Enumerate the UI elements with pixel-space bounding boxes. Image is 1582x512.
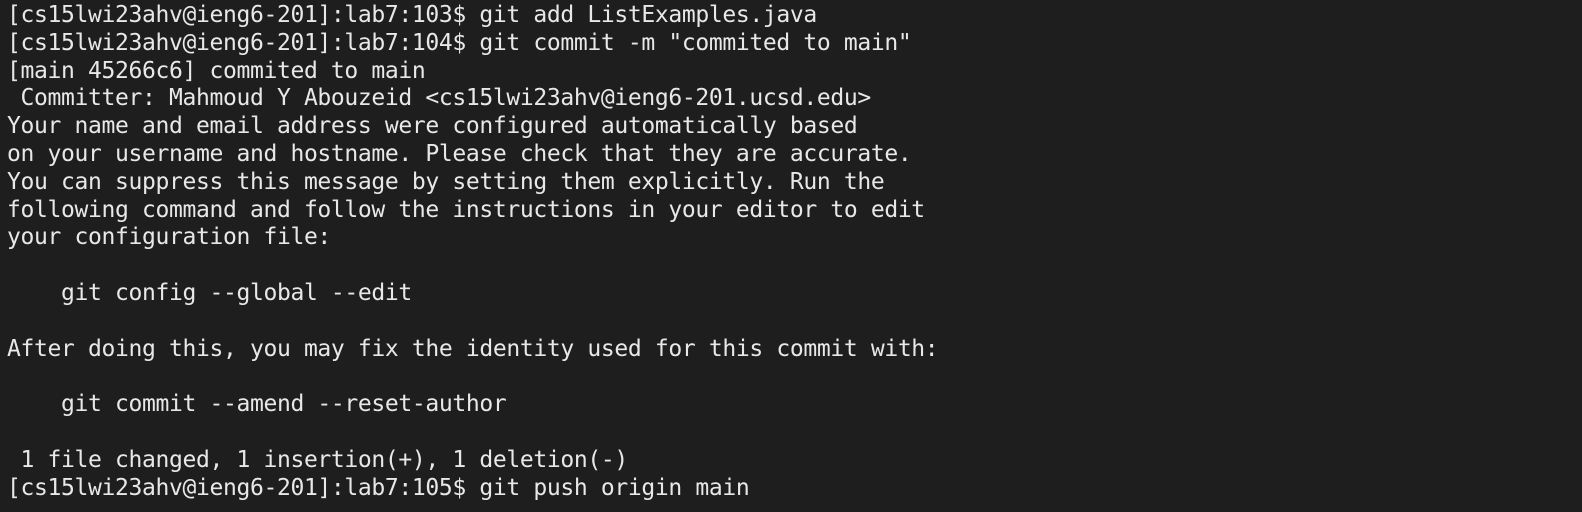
terminal-output-line: [main 45266c6] commited to main <box>7 57 426 84</box>
terminal-output-line: on your username and hostname. Please ch… <box>7 140 912 167</box>
terminal-line-prompt: [cs15lwi23ahv@ieng6-201]:lab7:105$ git p… <box>7 475 1582 503</box>
shell-prompt: [cs15lwi23ahv@ieng6-201]:lab7:105$ <box>7 474 480 501</box>
terminal-window[interactable]: [cs15lwi23ahv@ieng6-201]:lab7:103$ git a… <box>0 0 1582 512</box>
terminal-output-line: following command and follow the instruc… <box>7 196 925 223</box>
terminal-output-line: You can suppress this message by setting… <box>7 168 885 195</box>
terminal-line-prompt: [cs15lwi23ahv@ieng6-201]:lab7:103$ git a… <box>7 2 1582 30</box>
shell-command: git push origin main <box>479 474 750 501</box>
terminal-line-prompt: [cs15lwi23ahv@ieng6-201]:lab7:104$ git c… <box>7 30 1582 58</box>
terminal-output-line: git commit --amend --reset-author <box>7 391 507 418</box>
shell-prompt: [cs15lwi23ahv@ieng6-201]:lab7:104$ <box>7 29 480 56</box>
terminal-output-line: Your name and email address were configu… <box>7 113 858 140</box>
terminal-output-line: git config --global --edit <box>7 279 412 306</box>
terminal-output-line: your configuration file: <box>7 224 331 251</box>
shell-prompt: [cs15lwi23ahv@ieng6-201]:lab7:103$ <box>7 2 480 28</box>
terminal-output-line: After doing this, you may fix the identi… <box>7 335 939 362</box>
terminal-output-line: 1 file changed, 1 insertion(+), 1 deleti… <box>7 446 628 473</box>
shell-command: git commit -m "commited to main" <box>479 29 912 56</box>
terminal-output-line: Committer: Mahmoud Y Abouzeid <cs15lwi23… <box>7 85 871 112</box>
shell-command: git add ListExamples.java <box>479 2 817 28</box>
